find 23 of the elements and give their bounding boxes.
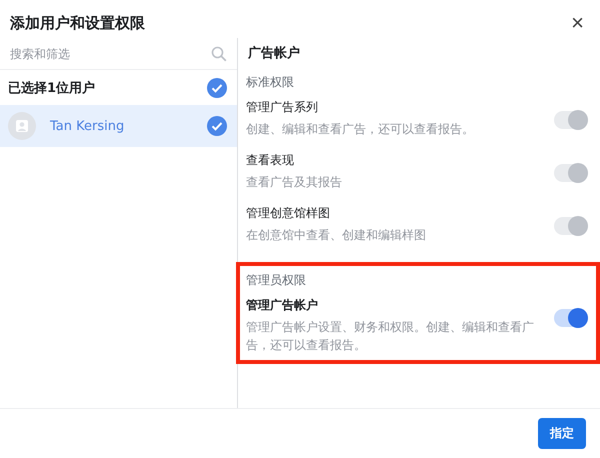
user-item[interactable]: Tan Kersing [0,105,237,147]
avatar-icon [8,112,36,140]
toggle-switch[interactable] [554,309,588,327]
close-button[interactable]: × [567,12,588,34]
dialog-title: 添加用户和设置权限 [10,14,145,32]
permission-name: 查看表现 [246,152,295,169]
checkmark-icon[interactable] [207,116,227,136]
selected-count-label: 已选择1位用户 [8,80,96,96]
section-heading: 广告帐户 [248,44,301,62]
checkmark-icon[interactable] [207,78,227,98]
group-title: 管理员权限 [246,272,307,289]
permission-description: 查看广告及其报告 [246,174,343,191]
group-title: 标准权限 [246,74,295,91]
permission-description: 在创意馆中查看、创建和编辑样图 [246,227,427,244]
permission-description: 创建、编辑和查看广告，还可以查看报告。 [246,121,475,138]
search-icon [211,46,227,62]
permission-description: 管理广告帐户设置、财务和权限。创建、编辑和查看广告，还可以查看报告。 [246,319,535,354]
user-name: Tan Kersing [50,118,126,134]
search-field[interactable]: 搜索和筛选 [8,46,211,62]
assign-button[interactable]: 指定 [538,418,586,449]
permission-name: 管理广告系列 [246,99,319,116]
permission-name: 管理广告帐户 [246,297,319,314]
permission-name: 管理创意馆样图 [246,205,331,222]
